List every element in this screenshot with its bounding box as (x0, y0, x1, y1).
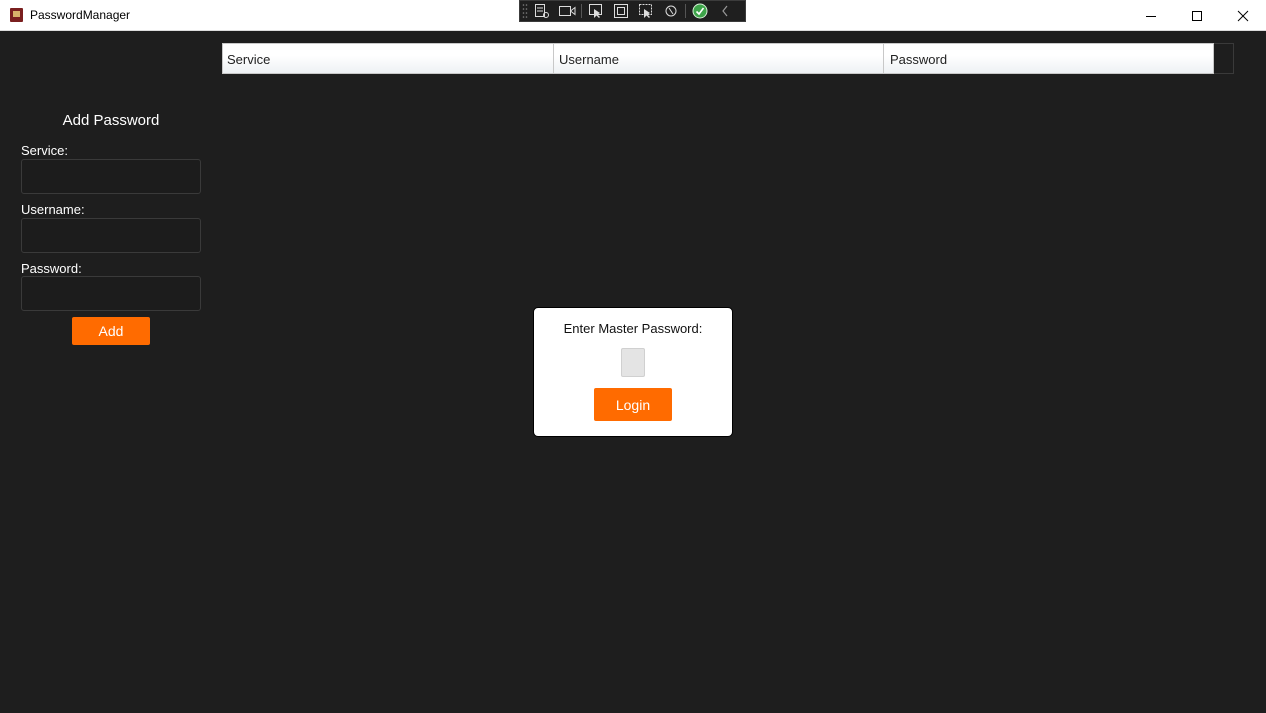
track-focused-element-button[interactable] (635, 2, 657, 20)
grip-icon[interactable] (522, 3, 528, 19)
check-icon (692, 3, 708, 19)
column-header-service[interactable]: Service (223, 44, 554, 73)
display-layout-adorners-icon (614, 4, 628, 18)
select-element-button[interactable] (585, 2, 607, 20)
username-input[interactable] (21, 218, 201, 253)
login-dialog: Enter Master Password: Login (533, 307, 733, 437)
display-layout-adorners-button[interactable] (610, 2, 632, 20)
password-input[interactable] (21, 276, 201, 311)
username-label: Username: (21, 202, 85, 217)
live-visual-tree-icon (535, 4, 549, 18)
service-input[interactable] (21, 159, 201, 194)
toolbar-separator (685, 4, 686, 18)
hot-reload-button[interactable] (660, 2, 682, 20)
select-element-icon (589, 4, 602, 18)
debug-toolbar (519, 0, 746, 22)
grid-header-filler (1214, 43, 1234, 74)
toolbar-separator (581, 4, 582, 18)
add-button[interactable]: Add (72, 317, 150, 345)
live-visual-tree-button[interactable] (531, 2, 553, 20)
add-password-heading: Add Password (62, 112, 160, 129)
minimize-icon (1146, 15, 1156, 17)
record-button[interactable] (556, 2, 578, 20)
column-header-username[interactable]: Username (554, 44, 884, 73)
window-title: PasswordManager (30, 8, 131, 22)
password-label: Password: (21, 261, 82, 276)
hot-reload-icon (665, 5, 677, 17)
column-header-password[interactable]: Password (884, 44, 1213, 73)
record-icon (559, 6, 576, 16)
app-icon (10, 8, 23, 22)
check-button[interactable] (689, 2, 711, 20)
maximize-button[interactable] (1174, 0, 1220, 31)
track-focused-element-icon (639, 4, 652, 18)
collapse-toolbar-button[interactable] (714, 2, 736, 20)
maximize-icon (1192, 10, 1202, 21)
close-icon (1237, 10, 1249, 21)
password-grid-header: Service Username Password (222, 43, 1214, 74)
master-password-input[interactable] (621, 348, 645, 377)
collapse-chevron-icon (722, 5, 728, 17)
minimize-button[interactable] (1128, 0, 1174, 31)
close-button[interactable] (1220, 0, 1266, 31)
master-password-label: Enter Master Password: (563, 321, 703, 336)
service-label: Service: (21, 143, 68, 158)
login-button[interactable]: Login (594, 388, 672, 421)
